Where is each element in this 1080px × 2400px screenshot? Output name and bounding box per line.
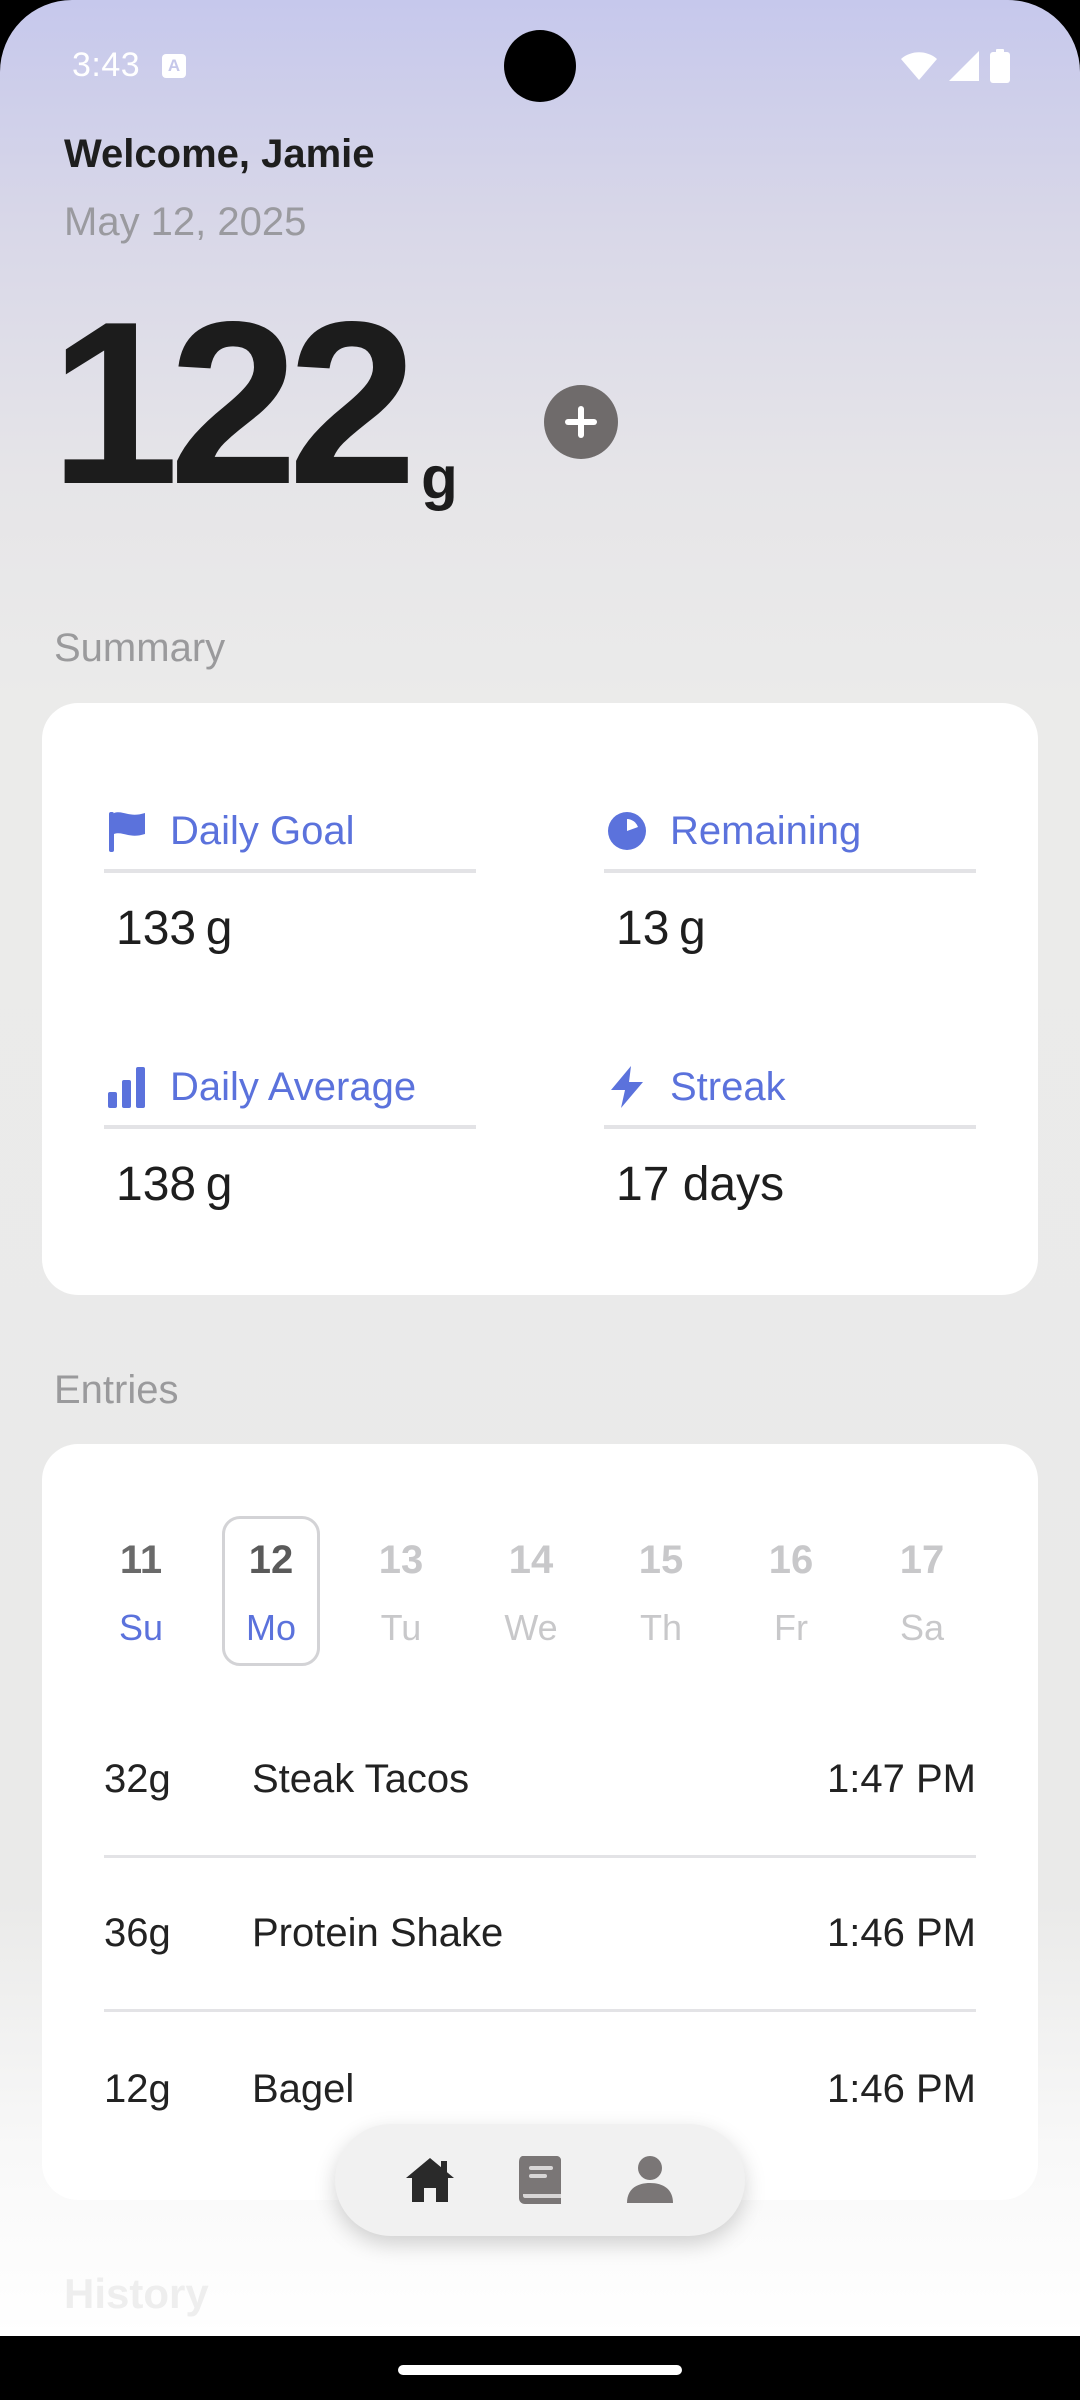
entry-grams: 32g [104, 1757, 171, 1801]
entry-row[interactable]: 36g Protein Shake 1:46 PM [104, 1858, 976, 2012]
day-selector: 11 Su 12 Mo 13 Tu 14 We 15 Th 16 Fr 17 S… [92, 1516, 988, 1668]
stat-remaining: Remaining 13 g [604, 793, 976, 956]
wifi-icon [901, 52, 937, 80]
daily-total: 122 g [50, 288, 458, 520]
stat-label: Daily Goal [170, 808, 355, 853]
entry-time: 1:46 PM [827, 2066, 976, 2111]
bottom-nav [335, 2124, 745, 2236]
total-value: 122 [50, 274, 417, 533]
status-icons [900, 48, 1010, 84]
entry-grams: 12g [104, 2066, 171, 2111]
stat-value: 133 g [116, 902, 233, 955]
day-tuesday[interactable]: 13 Tu [352, 1516, 450, 1666]
stat-label: Daily Average [170, 1064, 417, 1109]
add-entry-button[interactable] [544, 385, 618, 459]
day-monday[interactable]: 12 Mo [222, 1516, 320, 1666]
status-bar: 3:43 A [0, 0, 1080, 130]
entry-row[interactable]: 32g Steak Tacos 1:47 PM [104, 1704, 976, 1858]
app-screen: 3:43 A Welcome, Jamie May 12, 2025 122 g… [0, 0, 1080, 2336]
history-title: History [64, 2270, 209, 2317]
summary-title: Summary [54, 626, 226, 670]
flag-icon [106, 810, 148, 852]
day-friday[interactable]: 16 Fr [742, 1516, 840, 1666]
day-saturday[interactable]: 17 Sa [873, 1516, 971, 1666]
stat-value: 138 g [116, 1158, 233, 1211]
entry-grams: 36g [104, 1911, 171, 1955]
nav-home[interactable] [395, 2145, 465, 2215]
book-icon [519, 2156, 561, 2204]
current-date: May 12, 2025 [64, 200, 307, 244]
entry-time: 1:46 PM [827, 1911, 976, 1955]
stat-streak: Streak 17 days [604, 1049, 976, 1212]
nav-journal[interactable] [505, 2145, 575, 2215]
entries-title: Entries [54, 1368, 179, 1412]
plus-icon [565, 406, 597, 438]
stat-daily-average: Daily Average 138 g [104, 1049, 476, 1212]
entry-food: Bagel [252, 2066, 355, 2111]
signal-icon [949, 51, 979, 81]
day-thursday[interactable]: 15 Th [612, 1516, 710, 1666]
day-wednesday[interactable]: 14 We [482, 1516, 580, 1666]
entry-food: Protein Shake [252, 1911, 504, 1955]
pie-icon [606, 810, 648, 852]
status-time: 3:43 [72, 46, 141, 84]
camera-cutout [504, 30, 576, 102]
entry-food: Steak Tacos [252, 1757, 470, 1801]
home-indicator[interactable] [398, 2365, 682, 2375]
entry-time: 1:47 PM [827, 1757, 976, 1801]
person-icon [627, 2156, 673, 2203]
summary-card: Daily Goal 133 g Remaining 13 g Daily Av… [42, 703, 1038, 1295]
welcome-text: Welcome, Jamie [64, 132, 375, 176]
entries-card: 11 Su 12 Mo 13 Tu 14 We 15 Th 16 Fr 17 S… [42, 1444, 1038, 2200]
stat-value: 13 g [616, 902, 706, 955]
battery-icon [990, 49, 1010, 83]
lightning-icon [606, 1066, 648, 1108]
total-unit: g [421, 444, 458, 511]
nav-profile[interactable] [615, 2145, 685, 2215]
stat-value: 17 days [616, 1158, 785, 1211]
day-sunday[interactable]: 11 Su [92, 1516, 190, 1666]
bar-chart-icon [106, 1066, 148, 1108]
home-icon [406, 2158, 454, 2202]
notification-badge: A [162, 54, 186, 78]
stat-label: Streak [670, 1064, 786, 1109]
stat-daily-goal: Daily Goal 133 g [104, 793, 476, 956]
stat-label: Remaining [670, 808, 862, 853]
